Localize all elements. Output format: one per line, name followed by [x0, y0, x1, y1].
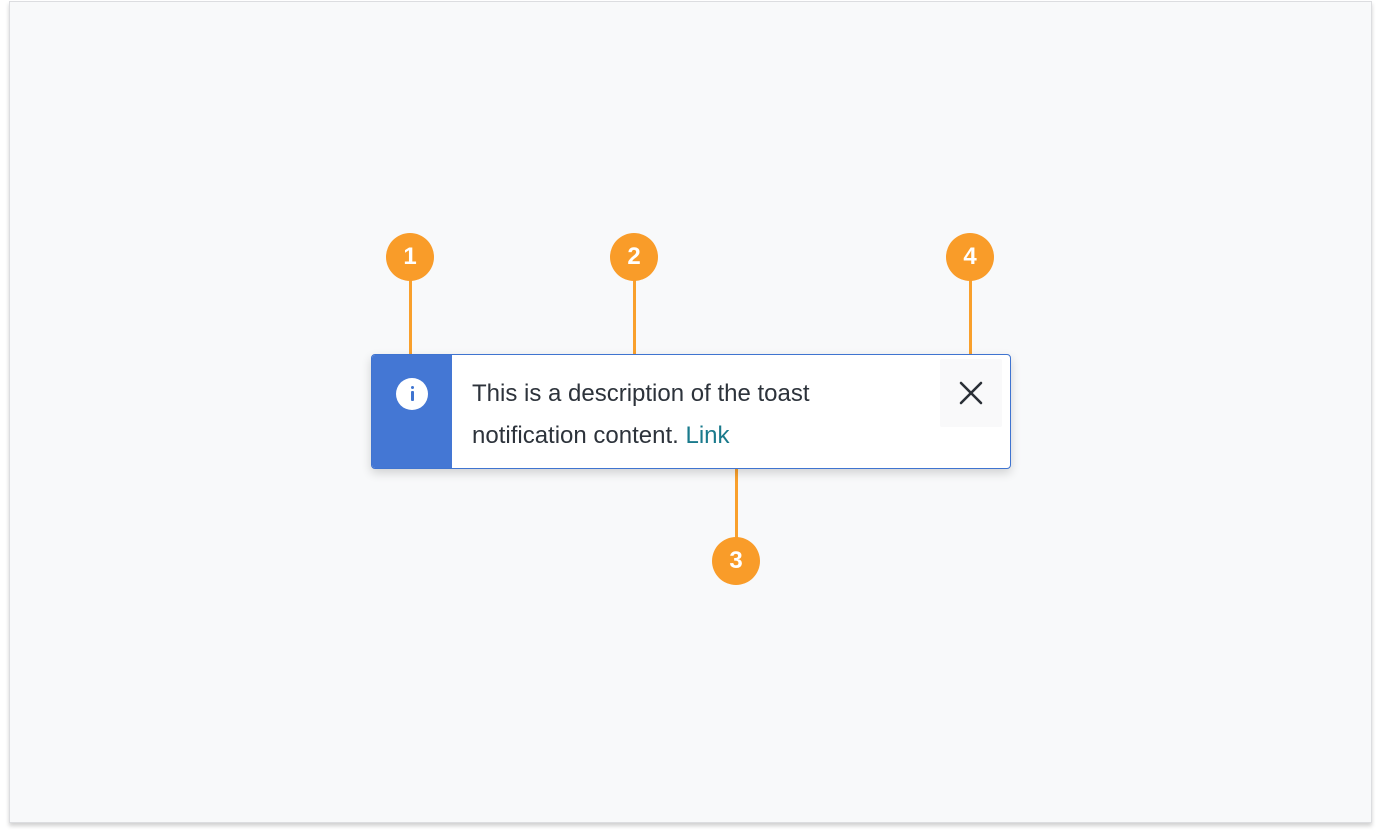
toast-description: This is a description of the toast notif…: [472, 380, 810, 449]
callout-badge-2: 2: [610, 233, 658, 281]
callout-badge-4: 4: [946, 233, 994, 281]
toast-notification: This is a description of the toast notif…: [371, 354, 1011, 469]
info-icon-bar: [410, 391, 414, 401]
callout-badge-3: 3: [712, 537, 760, 585]
callout-2-line: [633, 278, 636, 358]
info-icon-dot: [410, 386, 414, 389]
close-icon: [959, 381, 983, 405]
toast-message: This is a description of the toast notif…: [472, 373, 872, 457]
toast-status-stripe: [372, 355, 452, 468]
info-icon: [396, 378, 428, 410]
callout-badge-1: 1: [386, 233, 434, 281]
close-button[interactable]: [940, 359, 1002, 427]
canvas-frame: This is a description of the toast notif…: [9, 1, 1372, 823]
toast-link[interactable]: Link: [685, 422, 729, 449]
